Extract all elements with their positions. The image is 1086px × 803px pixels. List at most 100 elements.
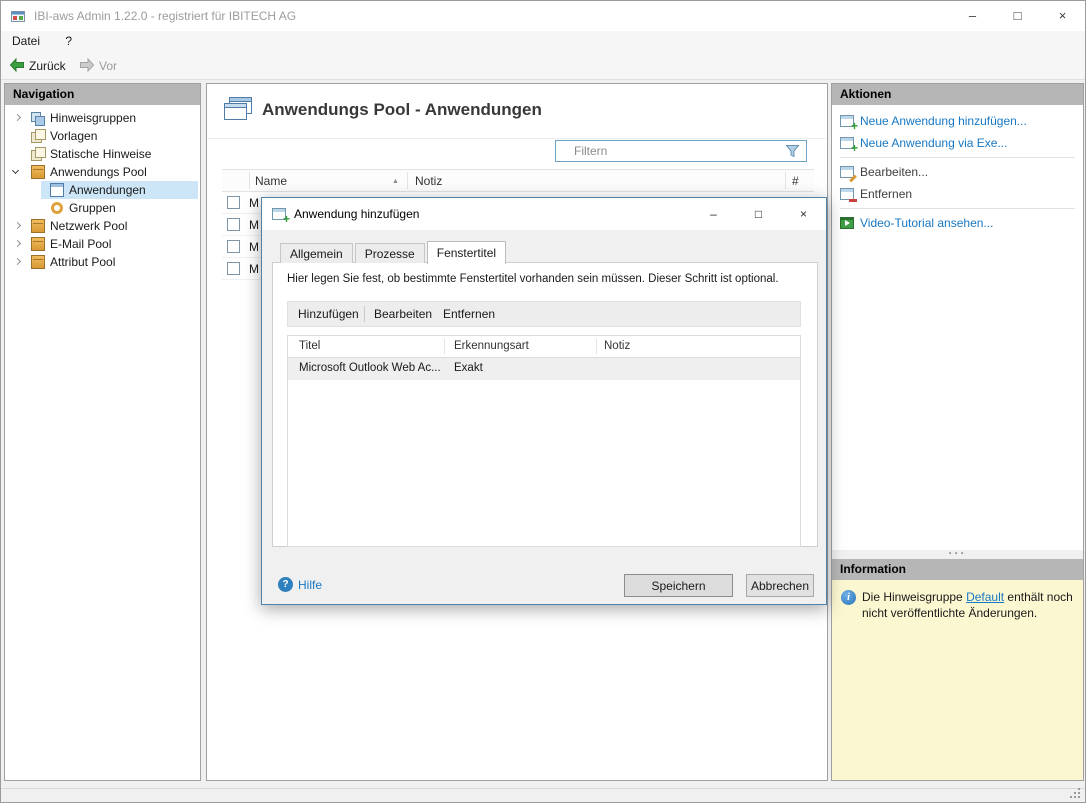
dialog-close-button[interactable]: × (781, 198, 826, 230)
new-application-icon (840, 115, 854, 127)
sidebar-item-label: Gruppen (69, 201, 116, 215)
tab-prozesse[interactable]: Prozesse (355, 243, 425, 263)
action-label: Bearbeiten... (860, 165, 928, 179)
edit-icon (840, 166, 854, 178)
info-icon: i (841, 590, 856, 605)
resize-grip-icon[interactable] (1078, 796, 1080, 798)
back-arrow-icon (9, 59, 29, 73)
tab-fenstertitel[interactable]: Fenstertitel (427, 241, 506, 264)
column-header-notiz[interactable]: Notiz (415, 174, 442, 188)
dialog-icon (272, 208, 286, 220)
window-title-row[interactable]: Microsoft Outlook Web Ac... Exakt (288, 358, 800, 380)
maximize-button[interactable]: □ (995, 1, 1040, 31)
information-header: Information (832, 559, 1083, 580)
column-divider (249, 172, 250, 189)
fenstertitel-tab-page: Hier legen Sie fest, ob bestimmte Fenste… (272, 262, 818, 547)
back-label: Zurück (29, 59, 66, 73)
forward-button[interactable]: Vor (75, 56, 121, 77)
toolbar-divider (364, 306, 365, 322)
dialog-titlebar: Anwendung hinzufügen – □ × (262, 198, 826, 230)
minimize-button[interactable]: – (950, 1, 995, 31)
close-button[interactable]: × (1040, 1, 1085, 31)
remove-window-title-button[interactable]: Entfernen (435, 302, 503, 326)
menu-help[interactable]: ? (54, 31, 83, 53)
help-icon[interactable]: ? (278, 577, 293, 592)
sidebar-item-label: Vorlagen (50, 129, 97, 143)
table-header: Name ▲ Notiz # (222, 169, 814, 192)
sidebar-item-anwendungen[interactable]: Anwendungen (5, 181, 200, 199)
action-label: Video-Tutorial ansehen... (860, 216, 993, 230)
sidebar-item-netzwerk-pool[interactable]: Netzwerk Pool (5, 217, 200, 235)
filter-icon[interactable] (785, 144, 800, 158)
action-label: Neue Anwendung hinzufügen... (860, 114, 1027, 128)
column-header-titel[interactable]: Titel (299, 340, 320, 352)
sidebar-item-vorlagen[interactable]: Vorlagen (5, 127, 200, 145)
back-button[interactable]: Zurück (5, 56, 70, 77)
action-new-application-via-exe[interactable]: Neue Anwendung via Exe... (832, 135, 1083, 153)
row-checkbox[interactable] (227, 196, 240, 209)
column-header-erkennungsart[interactable]: Erkennungsart (454, 340, 529, 352)
action-new-application[interactable]: Neue Anwendung hinzufügen... (832, 113, 1083, 131)
column-divider[interactable] (785, 172, 786, 189)
sidebar-item-anwendungs-pool[interactable]: Anwendungs Pool (5, 163, 200, 181)
sidebar-item-label: Netzwerk Pool (50, 219, 127, 233)
help-link[interactable]: Hilfe (298, 578, 322, 592)
anwendungs-pool-icon (31, 165, 45, 179)
row-checkbox[interactable] (227, 240, 240, 253)
chevron-right-icon[interactable] (14, 114, 21, 121)
column-header-notiz[interactable]: Notiz (604, 340, 630, 352)
chevron-right-icon[interactable] (14, 222, 21, 229)
actions-divider (840, 157, 1075, 158)
sidebar-item-label: Anwendungen (69, 183, 146, 197)
action-label: Neue Anwendung via Exe... (860, 136, 1007, 150)
header-divider (208, 138, 826, 139)
column-header-name[interactable]: Name (255, 174, 287, 188)
sidebar-item-label: Anwendungs Pool (50, 165, 147, 179)
chevron-down-icon[interactable] (12, 167, 19, 174)
sidebar-item-email-pool[interactable]: E-Mail Pool (5, 235, 200, 253)
forward-label: Vor (99, 59, 117, 73)
column-divider[interactable] (444, 339, 445, 354)
default-group-link[interactable]: Default (966, 590, 1004, 604)
column-divider[interactable] (596, 339, 597, 354)
sidebar-item-statische-hinweise[interactable]: Statische Hinweise (5, 145, 200, 163)
dialog-toolbar: Hinzufügen Bearbeiten Entfernen (287, 301, 801, 327)
action-edit[interactable]: Bearbeiten... (832, 164, 1083, 182)
dialog-minimize-button[interactable]: – (691, 198, 736, 230)
window-titles-table-header: Titel Erkennungsart Notiz (288, 336, 800, 358)
sidebar-item-gruppen[interactable]: Gruppen (5, 199, 200, 217)
chevron-right-icon[interactable] (14, 258, 21, 265)
cancel-button[interactable]: Abbrechen (746, 574, 814, 597)
cell-erkennungsart: Exakt (454, 362, 483, 374)
add-application-dialog: Anwendung hinzufügen – □ × Allgemein Pro… (261, 197, 827, 605)
dialog-maximize-button[interactable]: □ (736, 198, 781, 230)
sidebar-item-hinweisgruppen[interactable]: Hinweisgruppen (5, 109, 200, 127)
tab-allgemein[interactable]: Allgemein (280, 243, 353, 263)
tab-description: Hier legen Sie fest, ob bestimmte Fenste… (287, 273, 779, 285)
row-name: M (249, 196, 259, 210)
row-checkbox[interactable] (227, 218, 240, 231)
save-button[interactable]: Speichern (624, 574, 733, 597)
action-label: Entfernen (860, 187, 912, 201)
row-checkbox[interactable] (227, 262, 240, 275)
filter-input[interactable] (555, 140, 807, 162)
app-window: IBI-aws Admin 1.22.0 - registriert für I… (0, 0, 1086, 803)
add-window-title-button[interactable]: Hinzufügen (290, 302, 367, 326)
column-divider[interactable] (407, 172, 408, 189)
panel-splitter[interactable]: ··· (832, 550, 1083, 559)
vorlagen-icon (31, 129, 45, 143)
netzwerk-pool-icon (31, 219, 45, 233)
action-video-tutorial[interactable]: Video-Tutorial ansehen... (832, 215, 1083, 233)
sidebar-item-label: E-Mail Pool (50, 237, 111, 251)
edit-window-title-button[interactable]: Bearbeiten (366, 302, 440, 326)
window-titles-table: Titel Erkennungsart Notiz Microsoft Outl… (287, 335, 801, 547)
column-header-count[interactable]: # (792, 174, 799, 188)
sidebar-item-attribut-pool[interactable]: Attribut Pool (5, 253, 200, 271)
hinweisgruppen-icon (31, 111, 45, 125)
video-tutorial-icon (840, 217, 854, 229)
action-remove[interactable]: Entfernen (832, 186, 1083, 204)
remove-icon (840, 188, 854, 200)
information-panel: i Die Hinweisgruppe Default enthält noch… (832, 580, 1083, 780)
menu-datei[interactable]: Datei (1, 31, 51, 53)
chevron-right-icon[interactable] (14, 240, 21, 247)
